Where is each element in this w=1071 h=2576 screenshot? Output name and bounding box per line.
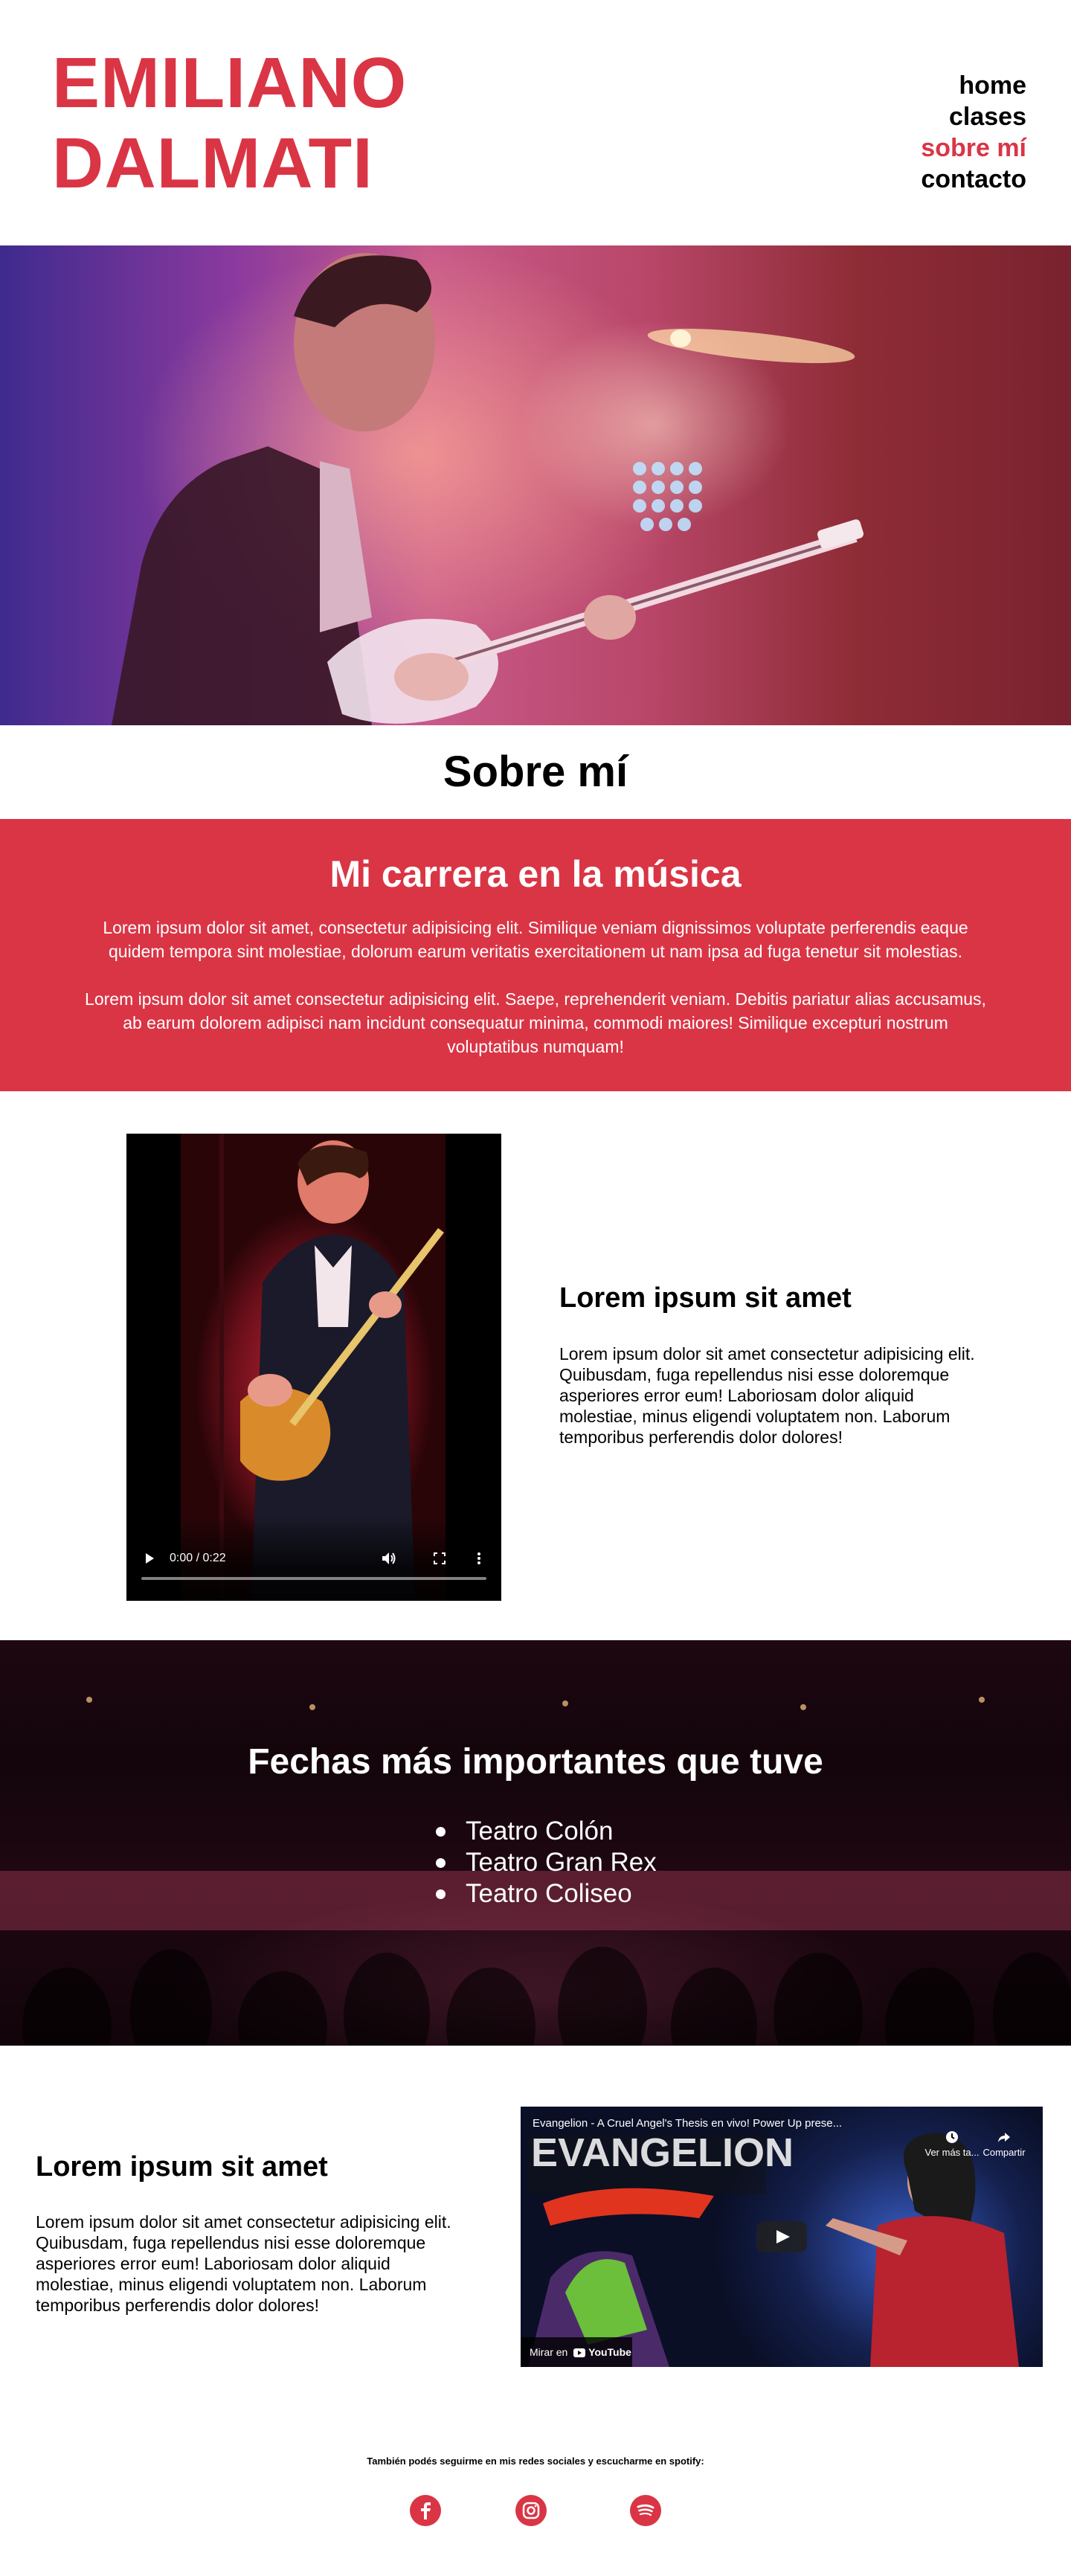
video-controls: 0:00 / 0:22 xyxy=(126,1515,501,1601)
play-icon[interactable] xyxy=(143,1552,156,1565)
volume-icon[interactable] xyxy=(381,1551,397,1566)
instagram-icon xyxy=(522,2502,540,2519)
youtube-wordmark: YouTube xyxy=(588,2346,631,2358)
spotify-link[interactable] xyxy=(630,2495,661,2526)
block2-text: Lorem ipsum dolor sit amet consectetur a… xyxy=(36,2212,451,2315)
youtube-video-title[interactable]: Evangelion - A Cruel Angel's Thesis en v… xyxy=(533,2117,842,2130)
block2-title: Lorem ipsum sit amet xyxy=(36,2151,328,2182)
fechas-title: Fechas más importantes que tuve xyxy=(248,1742,823,1782)
career-title: Mi carrera en la música xyxy=(329,853,742,895)
nav-item-clases[interactable]: clases xyxy=(921,101,1026,132)
hero-image xyxy=(0,245,1071,725)
list-item: Teatro Coliseo xyxy=(436,1878,657,1909)
share-icon xyxy=(998,2133,1010,2142)
share-button[interactable]: Compartir xyxy=(974,2130,1034,2159)
block1-text: Lorem ipsum dolor sit amet consectetur a… xyxy=(559,1344,975,1447)
brand-line-2: DALMATI xyxy=(52,123,373,203)
list-item: Teatro Gran Rex xyxy=(436,1847,657,1878)
fullscreen-icon[interactable] xyxy=(433,1552,446,1565)
list-item: Teatro Colón xyxy=(436,1816,657,1847)
clock-icon xyxy=(946,2131,958,2143)
share-label: Compartir xyxy=(982,2147,1026,2158)
block1-title: Lorem ipsum sit amet xyxy=(559,1282,852,1314)
watch-later-label: Ver más ta... xyxy=(924,2147,980,2158)
video-player[interactable]: 0:00 / 0:22 xyxy=(126,1134,501,1601)
facebook-icon xyxy=(421,2502,431,2519)
watch-later-button[interactable]: Ver más ta... xyxy=(922,2130,982,2159)
site-header: EMILIANO DALMATI home clases sobre mí co… xyxy=(0,0,1071,245)
nav-item-home[interactable]: home xyxy=(921,70,1026,101)
facebook-link[interactable] xyxy=(410,2495,441,2526)
venues-list: Teatro Colón Teatro Gran Rex Teatro Coli… xyxy=(436,1816,657,1909)
nav-item-contacto[interactable]: contacto xyxy=(921,164,1026,195)
youtube-logo-icon xyxy=(573,2348,586,2358)
video-time: 0:00 / 0:22 xyxy=(170,1552,226,1564)
video-progress-bar[interactable] xyxy=(141,1577,486,1580)
youtube-play-button[interactable] xyxy=(756,2221,807,2252)
brand-line-1: EMILIANO xyxy=(52,43,408,123)
instagram-link[interactable] xyxy=(515,2495,547,2526)
career-paragraph-2: Lorem ipsum dolor sit amet consectetur a… xyxy=(85,989,986,1056)
footer-text: También podés seguirme en mis redes soci… xyxy=(367,2455,704,2467)
career-section: Mi carrera en la música Lorem ipsum dolo… xyxy=(0,819,1071,1091)
page-title: Sobre mí xyxy=(443,748,628,796)
fechas-section: Fechas más importantes que tuve Teatro C… xyxy=(0,1640,1071,2046)
more-vert-icon[interactable] xyxy=(476,1552,482,1565)
watch-on-youtube-button[interactable]: Mirar en YouTube xyxy=(521,2337,632,2367)
watch-on-label: Mirar en xyxy=(530,2346,568,2358)
svg-text:EVANGELION: EVANGELION xyxy=(531,2130,794,2175)
site-logo[interactable]: EMILIANO DALMATI xyxy=(52,43,407,204)
main-nav: home clases sobre mí contacto xyxy=(921,70,1026,195)
spotify-icon xyxy=(637,2504,654,2516)
youtube-embed[interactable]: EVANGELION Evangelion - A Cruel Angel's … xyxy=(521,2107,1043,2367)
career-paragraph-1: Lorem ipsum dolor sit amet, consectetur … xyxy=(103,918,968,961)
nav-item-sobre-mi[interactable]: sobre mí xyxy=(921,132,1026,164)
